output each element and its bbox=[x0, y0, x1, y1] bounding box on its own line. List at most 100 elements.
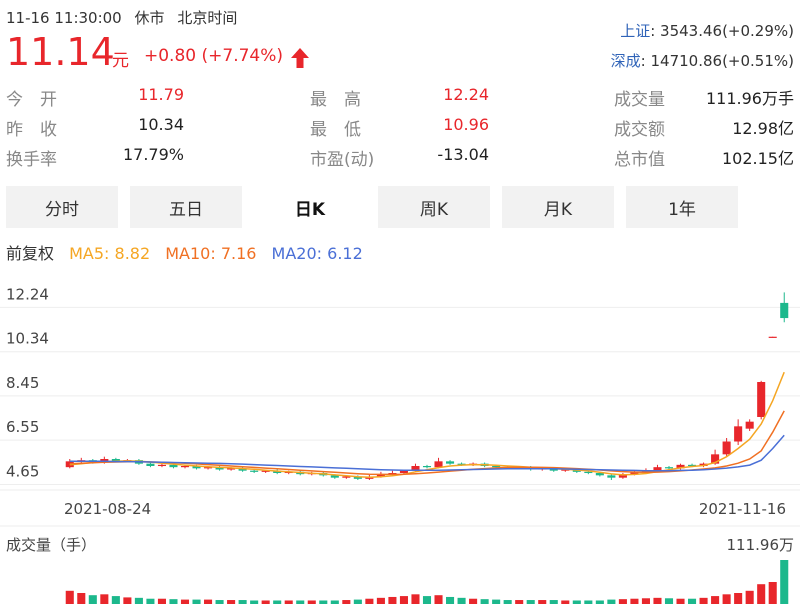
volume-bar bbox=[607, 599, 616, 604]
volume-bar bbox=[584, 600, 593, 604]
volume-bar bbox=[457, 597, 466, 604]
volume-bar bbox=[630, 598, 639, 604]
candle bbox=[446, 461, 455, 464]
volume-bar bbox=[549, 600, 558, 604]
current-price: 11.14 bbox=[6, 30, 115, 74]
volume-bar bbox=[238, 600, 247, 604]
stat-value-low: 10.96 bbox=[443, 115, 489, 134]
stat-value-turnover: 17.79% bbox=[122, 145, 184, 164]
volume-bar bbox=[296, 600, 305, 604]
up-arrow-icon bbox=[291, 48, 309, 68]
volume-bar bbox=[250, 600, 259, 604]
candle bbox=[734, 426, 743, 442]
volume-bar bbox=[641, 598, 650, 604]
volume-bar bbox=[711, 596, 720, 604]
index-sh[interactable]: 上证: 3543.46(+0.29%) bbox=[620, 20, 794, 41]
volume-bar bbox=[780, 560, 789, 604]
stat-label-low: 最 低 bbox=[310, 120, 361, 140]
volume-bar bbox=[284, 600, 293, 604]
volume-bar bbox=[595, 600, 604, 604]
volume-bar bbox=[180, 599, 190, 604]
candle bbox=[664, 467, 674, 469]
volume-bar bbox=[273, 600, 282, 604]
market-status: 休市 bbox=[134, 9, 165, 27]
status-bar: 11-16 11:30:00 休市 北京时间 bbox=[6, 7, 237, 28]
price-unit: 元 bbox=[112, 51, 129, 71]
stat-label-amount: 成交额 bbox=[614, 120, 665, 140]
stat-value-open: 11.79 bbox=[138, 85, 184, 104]
x-label-end: 2021-11-16 bbox=[699, 500, 786, 518]
volume-bar bbox=[307, 600, 316, 604]
y-tick-label: 12.24 bbox=[6, 285, 49, 303]
volume-bar bbox=[215, 600, 224, 604]
index-sz[interactable]: 深成: 14710.86(+0.51%) bbox=[611, 50, 794, 71]
status-time: 11-16 11:30:00 bbox=[6, 9, 122, 27]
volume-bar bbox=[722, 594, 731, 604]
volume-bar bbox=[538, 600, 547, 604]
tab-one-year[interactable]: 1年 bbox=[626, 186, 738, 228]
volume-bar bbox=[353, 599, 362, 604]
stat-label-volume: 成交量 bbox=[614, 90, 665, 110]
adjust-mode[interactable]: 前复权 bbox=[6, 244, 54, 263]
stat-label-high: 最 高 bbox=[310, 90, 361, 110]
stat-value-prev-close: 10.34 bbox=[138, 115, 184, 134]
volume-bar bbox=[411, 594, 420, 604]
stat-label-market-cap: 总市值 bbox=[614, 150, 665, 170]
volume-bar bbox=[146, 598, 155, 604]
index-sz-name: 深成 bbox=[610, 52, 641, 70]
volume-bar bbox=[618, 599, 627, 604]
ma20-legend: MA20: 6.12 bbox=[271, 244, 363, 263]
volume-bar bbox=[688, 598, 697, 604]
ma5-legend: MA5: 8.82 bbox=[69, 244, 151, 263]
candle bbox=[780, 302, 789, 319]
tab-monthly-k[interactable]: 月K bbox=[502, 186, 614, 228]
volume-bar bbox=[388, 596, 397, 604]
volume-bar bbox=[342, 600, 351, 604]
stat-label-turnover: 换手率 bbox=[6, 150, 57, 170]
tab-five-day[interactable]: 五日 bbox=[130, 186, 242, 228]
volume-bar bbox=[745, 590, 754, 604]
volume-bar bbox=[123, 597, 132, 604]
volume-bar bbox=[65, 590, 74, 604]
tab-intraday[interactable]: 分时 bbox=[6, 186, 118, 228]
tab-weekly-k[interactable]: 周K bbox=[378, 186, 490, 228]
volume-bar bbox=[561, 600, 570, 604]
tab-daily-k[interactable]: 日K bbox=[254, 186, 366, 228]
kline-chart[interactable]: 12.24 10.34 8.45 6.55 4.65 2021-08-24 2021-11-… bbox=[0, 268, 800, 610]
x-label-start: 2021-08-24 bbox=[64, 500, 151, 518]
volume-label: 成交量（手） bbox=[6, 536, 96, 554]
y-tick-label: 4.65 bbox=[6, 463, 39, 481]
volume-bar bbox=[446, 596, 455, 604]
ma5-line bbox=[69, 371, 785, 478]
price-change: +0.80 (+7.74%) bbox=[144, 46, 284, 66]
volume-bar bbox=[503, 600, 512, 604]
y-tick-label: 10.34 bbox=[6, 330, 49, 348]
volume-bar bbox=[492, 599, 501, 604]
volume-bar bbox=[434, 595, 443, 604]
volume-bar bbox=[77, 593, 86, 604]
candle bbox=[722, 441, 731, 455]
volume-bar bbox=[664, 598, 674, 604]
candle bbox=[584, 471, 593, 474]
volume-bar bbox=[480, 599, 489, 604]
volume-bar bbox=[572, 600, 581, 604]
volume-bar bbox=[330, 600, 339, 604]
candle bbox=[607, 475, 616, 478]
volume-bar bbox=[100, 594, 109, 604]
ma-legend: 前复权 MA5: 8.82 MA10: 7.16 MA20: 6.12 bbox=[6, 240, 363, 264]
volume-bar bbox=[111, 596, 120, 604]
volume-bar bbox=[192, 599, 201, 604]
volume-bar bbox=[757, 584, 766, 604]
volume-bar bbox=[157, 598, 166, 604]
candle bbox=[146, 463, 155, 466]
volume-bar bbox=[376, 597, 385, 604]
volume-bar bbox=[227, 600, 236, 604]
candle bbox=[169, 464, 178, 468]
volume-bar bbox=[365, 598, 374, 604]
volume-bar bbox=[734, 593, 743, 604]
candle bbox=[250, 470, 259, 472]
stat-label-open: 今 开 bbox=[6, 90, 57, 110]
volume-bar bbox=[515, 600, 524, 604]
volume-bar bbox=[526, 600, 535, 604]
candle bbox=[180, 466, 190, 468]
